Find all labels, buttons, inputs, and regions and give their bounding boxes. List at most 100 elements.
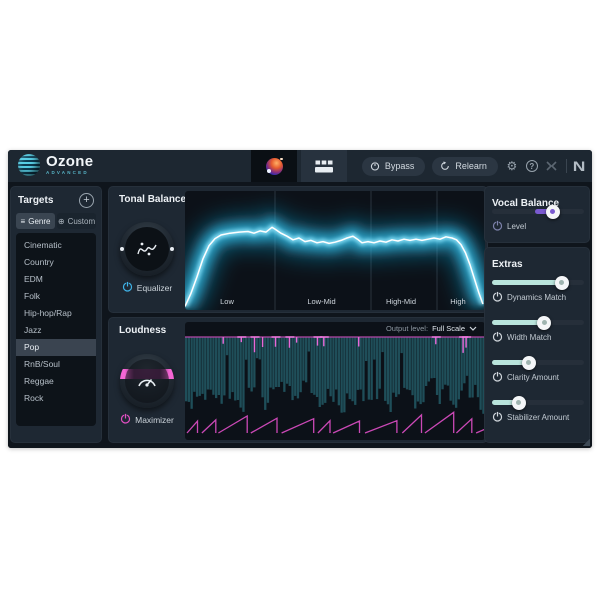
- loudness-waveform-graph: [185, 322, 485, 440]
- maximizer-module-row[interactable]: Maximizer: [118, 413, 176, 426]
- relearn-icon: [440, 161, 450, 171]
- tonal-balance-title: Tonal Balance: [119, 194, 186, 205]
- slider-label: Stabilizer Amount: [507, 413, 569, 422]
- slider-thumb[interactable]: [546, 205, 560, 219]
- loudness-title: Loudness: [119, 325, 166, 336]
- list-icon: ≡: [21, 217, 26, 226]
- band-label: High: [450, 297, 465, 306]
- slider-power-icon[interactable]: [492, 291, 503, 304]
- slider-track[interactable]: [492, 280, 584, 285]
- genre-item[interactable]: RnB/Soul: [16, 356, 96, 373]
- power-icon: [370, 161, 380, 171]
- genre-item[interactable]: Rock: [16, 390, 96, 407]
- equalizer-power-icon[interactable]: [122, 281, 133, 294]
- genre-item[interactable]: Country: [16, 254, 96, 271]
- knob-max-dot: [170, 247, 174, 251]
- output-level-value: Full Scale: [432, 324, 465, 333]
- slider-track[interactable]: [492, 320, 584, 325]
- power-icon: [492, 371, 503, 382]
- genre-item[interactable]: Reggae: [16, 373, 96, 390]
- genre-item[interactable]: Jazz: [16, 322, 96, 339]
- window-resize-handle[interactable]: [583, 439, 590, 446]
- assistant-sphere-icon: [266, 158, 283, 175]
- maximizer-knob-group: Maximizer: [118, 354, 176, 426]
- slider-fill: [492, 280, 562, 285]
- genre-list: CinematicCountryEDMFolkHip-hop/RapJazzPo…: [16, 233, 96, 426]
- loudness-display: Output level: Full Scale: [185, 322, 485, 440]
- targets-panel: Targets + ≡Genre⊕Custom CinematicCountry…: [10, 186, 102, 443]
- slider-power-icon[interactable]: [492, 331, 503, 344]
- tonal-spectrum-graph: [185, 191, 485, 310]
- slider-row: Clarity Amount: [492, 360, 584, 384]
- logo-subtitle: ADVANCED: [46, 170, 93, 175]
- chevron-down-icon: [469, 326, 477, 331]
- equalizer-label: Equalizer: [137, 283, 172, 293]
- genre-item[interactable]: Folk: [16, 288, 96, 305]
- tonal-balance-display: Low Low-Mid High-Mid High: [185, 191, 485, 310]
- slider-row: Stabilizer Amount: [492, 400, 584, 424]
- relearn-button[interactable]: Relearn: [432, 157, 498, 176]
- slider-thumb[interactable]: [522, 356, 536, 370]
- slider-track[interactable]: [492, 400, 584, 405]
- ozone-sphere-icon: [18, 154, 40, 176]
- slider-row: Dynamics Match: [492, 280, 584, 304]
- detail-view-button[interactable]: [301, 150, 347, 182]
- maximizer-knob[interactable]: [120, 354, 174, 408]
- slider-power-icon[interactable]: [492, 371, 503, 384]
- tab-custom[interactable]: ⊕Custom: [57, 213, 96, 229]
- add-icon: ⊕: [58, 217, 65, 226]
- help-icon[interactable]: ?: [526, 160, 538, 172]
- power-icon: [492, 411, 503, 422]
- ozone-plugin-window: Ozone ADVANCED: [8, 150, 592, 448]
- knob-face: [125, 359, 169, 403]
- band-label: High-Mid: [386, 297, 416, 306]
- gauge-icon: [134, 370, 160, 392]
- slider-label: Width Match: [507, 333, 551, 342]
- band-label: Low: [220, 297, 234, 306]
- equalizer-module-row[interactable]: Equalizer: [118, 281, 176, 294]
- loudness-panel: Loudness Maxi: [108, 317, 488, 443]
- ozone-logo: Ozone ADVANCED: [18, 154, 93, 176]
- equalizer-knob-group: Equalizer: [118, 222, 176, 294]
- genre-item[interactable]: Pop: [16, 339, 96, 356]
- targets-tabs: ≡Genre⊕Custom: [16, 213, 96, 229]
- band-label: Low-Mid: [307, 297, 335, 306]
- main-content: Targets + ≡Genre⊕Custom CinematicCountry…: [8, 182, 592, 448]
- genre-item[interactable]: Hip-hop/Rap: [16, 305, 96, 322]
- maximizer-power-icon[interactable]: [120, 413, 131, 426]
- slider-power-icon[interactable]: [492, 411, 503, 424]
- genre-item[interactable]: EDM: [16, 271, 96, 288]
- logo-title: Ozone: [46, 155, 93, 169]
- maximizer-label: Maximizer: [135, 415, 174, 425]
- nks-icon[interactable]: [545, 159, 559, 173]
- slider-track[interactable]: [492, 360, 584, 365]
- equalizer-knob[interactable]: [120, 222, 174, 276]
- slider-row: Width Match: [492, 320, 584, 344]
- knob-face: [125, 227, 169, 271]
- output-level-dropdown[interactable]: Output level: Full Scale: [386, 324, 477, 333]
- header-bar: Ozone ADVANCED: [8, 150, 592, 182]
- bypass-button[interactable]: Bypass: [362, 157, 426, 176]
- slider-thumb[interactable]: [512, 396, 526, 410]
- slider-label: Clarity Amount: [507, 373, 559, 382]
- slider-thumb[interactable]: [555, 276, 569, 290]
- tab-genre[interactable]: ≡Genre: [16, 213, 55, 229]
- vocal-balance-panel: Vocal Balance Level: [484, 186, 590, 243]
- slider-power-icon[interactable]: [492, 220, 503, 233]
- slider-label: Level: [507, 222, 526, 231]
- slider-track[interactable]: [492, 209, 584, 214]
- screenshot-canvas: Ozone ADVANCED: [0, 0, 600, 600]
- power-icon: [492, 331, 503, 342]
- settings-gear-icon[interactable]: ⚙: [505, 159, 519, 173]
- extras-title: Extras: [492, 259, 523, 270]
- header-view-buttons: [251, 150, 347, 182]
- chain-view-icon: [314, 159, 334, 173]
- extras-panel: Extras Dynamics Match Width Match Clarit…: [484, 247, 590, 443]
- genre-item[interactable]: Cinematic: [16, 237, 96, 254]
- relearn-label: Relearn: [455, 161, 487, 171]
- power-icon: [120, 413, 131, 424]
- slider-thumb[interactable]: [537, 316, 551, 330]
- output-level-label: Output level:: [386, 324, 428, 333]
- assistant-view-button[interactable]: [251, 150, 297, 182]
- add-target-button[interactable]: +: [79, 193, 94, 208]
